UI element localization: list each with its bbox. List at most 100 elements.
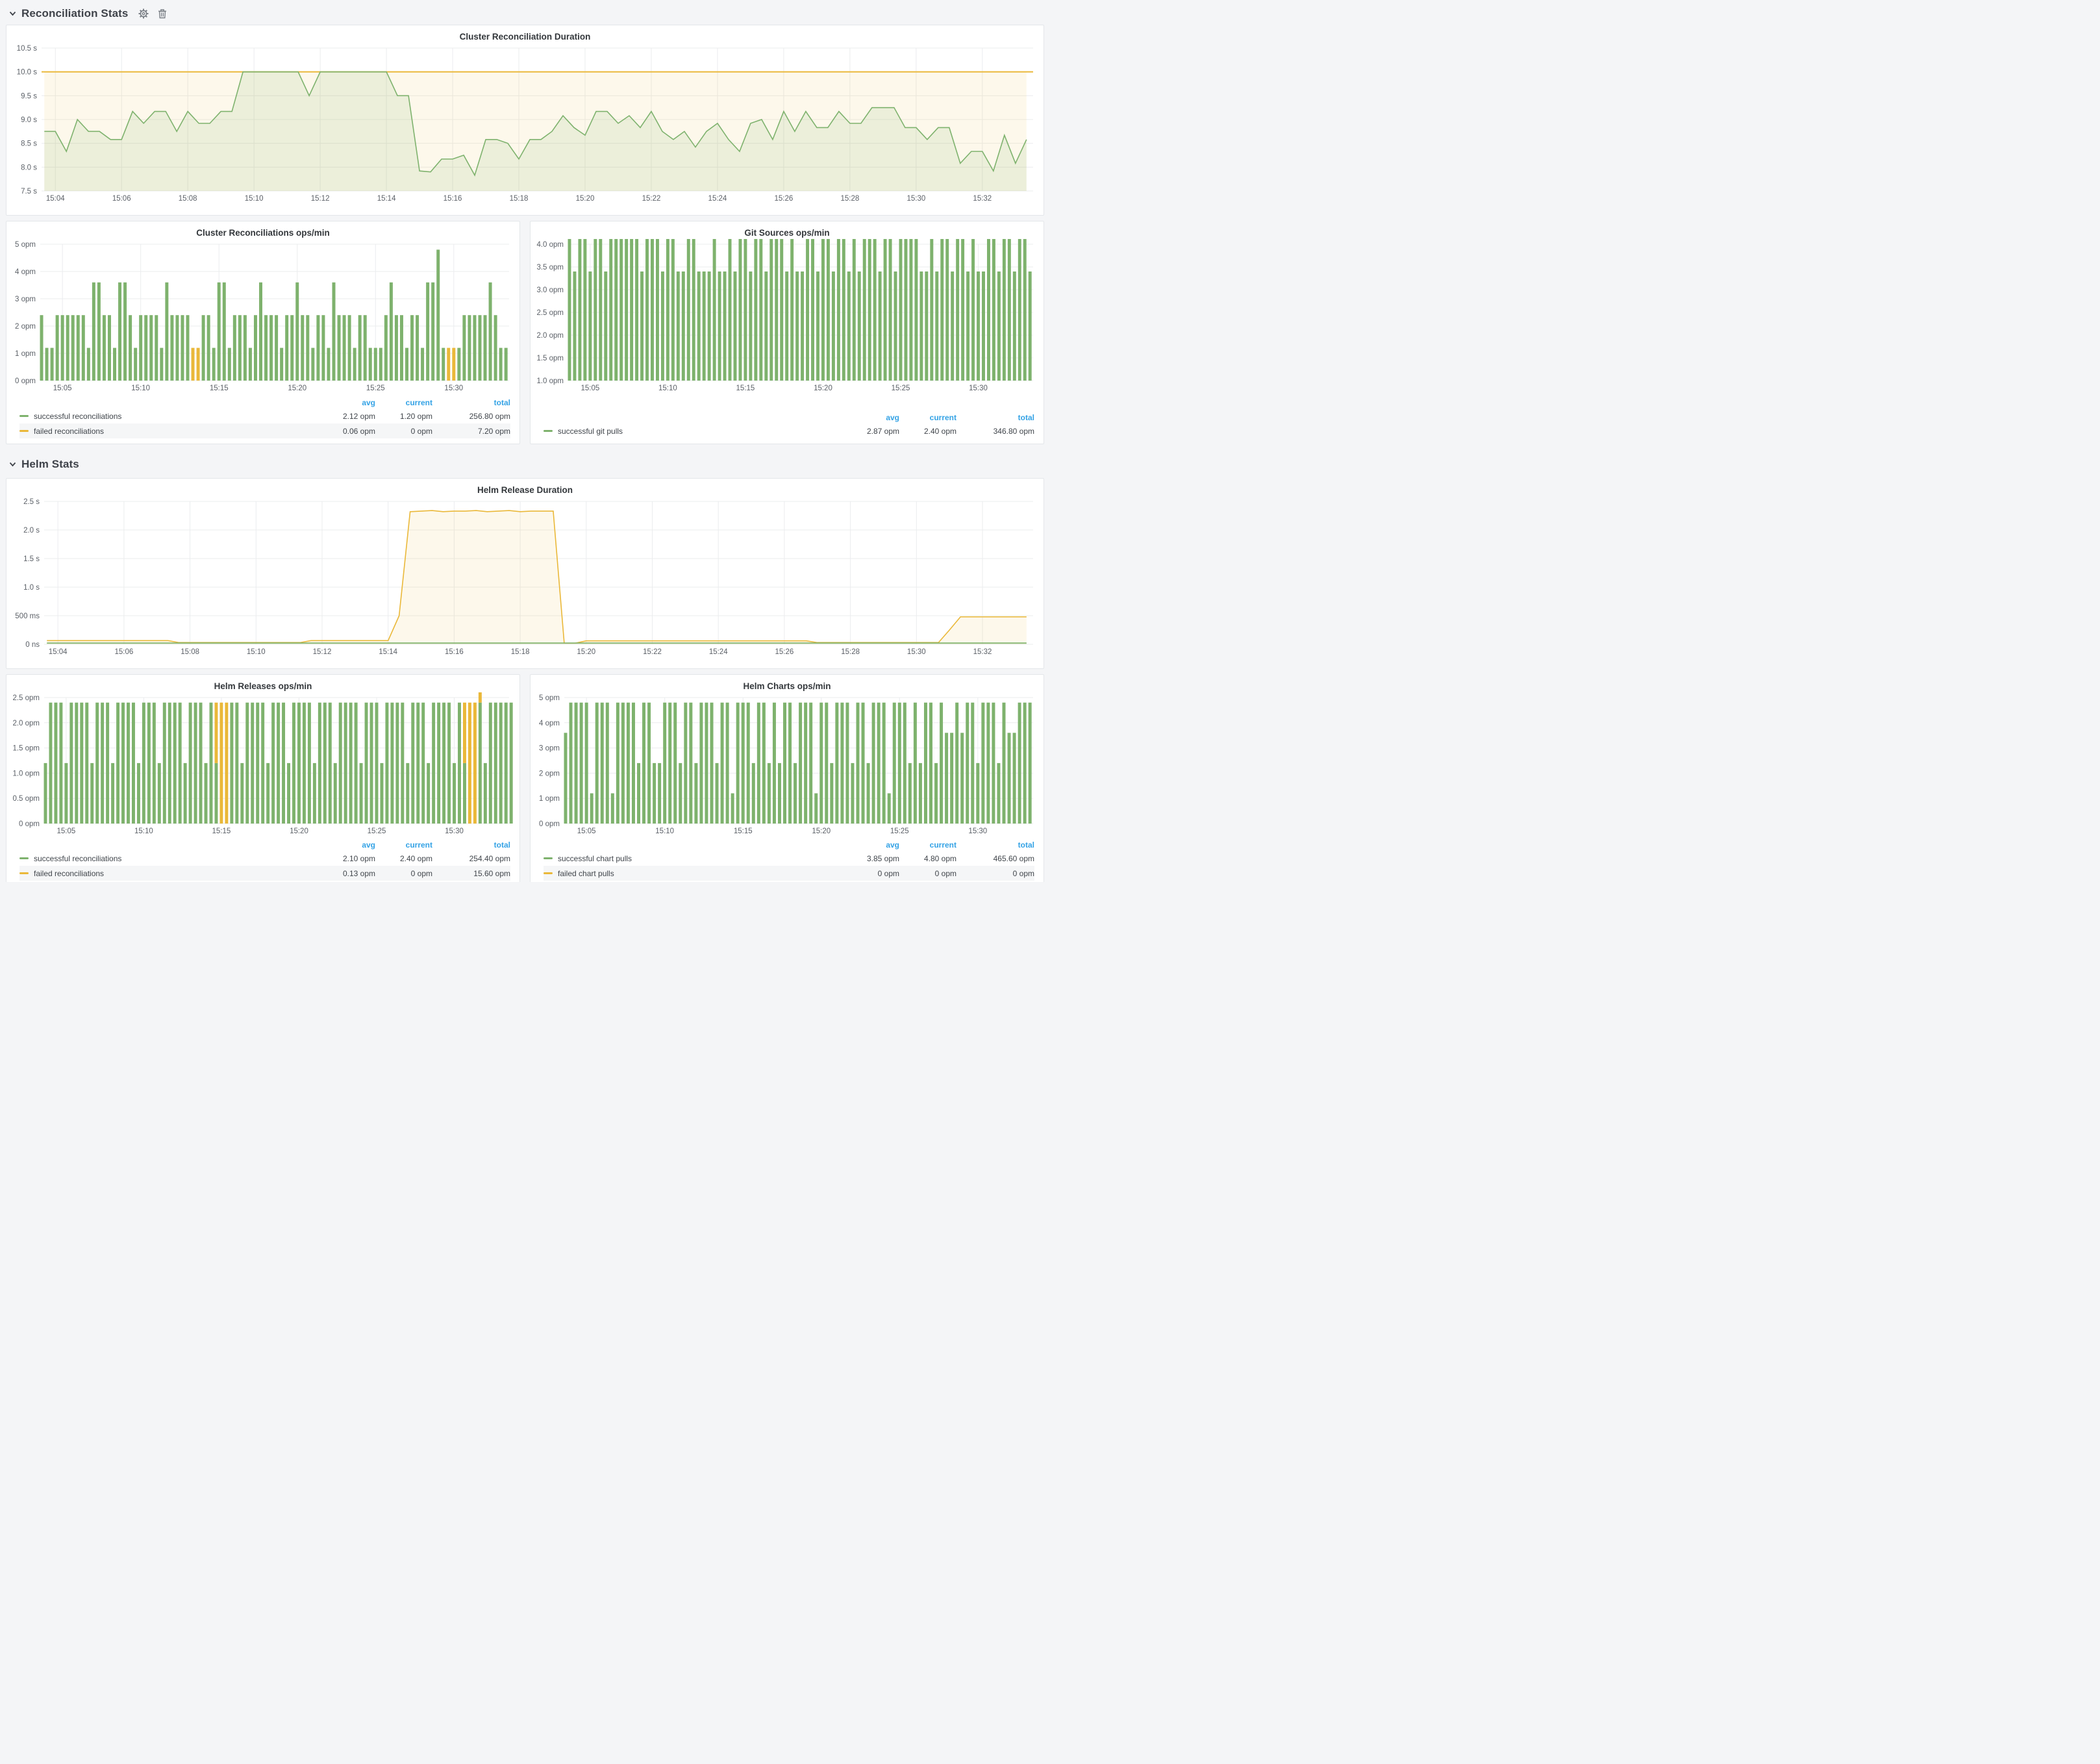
svg-text:5 opm: 5 opm <box>539 694 560 702</box>
legend-label[interactable]: successful reconciliations <box>34 854 121 863</box>
legend-label[interactable]: successful chart pulls <box>558 854 632 863</box>
panel-title[interactable]: Helm Release Duration <box>10 481 1040 496</box>
svg-text:15:30: 15:30 <box>444 384 463 392</box>
panel-title[interactable]: Cluster Reconciliation Duration <box>10 28 1040 43</box>
svg-text:1.0 s: 1.0 s <box>23 584 40 592</box>
settings-gear-icon[interactable] <box>138 8 149 19</box>
svg-text:15:28: 15:28 <box>840 195 859 203</box>
svg-text:15:20: 15:20 <box>290 827 308 835</box>
legend-total-value: 0 opm <box>956 869 1034 878</box>
legend-header-avg[interactable]: avg <box>305 398 375 407</box>
svg-text:15:32: 15:32 <box>973 648 992 656</box>
svg-text:15:05: 15:05 <box>53 384 72 392</box>
svg-text:9.0 s: 9.0 s <box>21 116 37 124</box>
section-header-helm-stats[interactable]: Helm Stats <box>6 455 1044 474</box>
legend-avg-value: 2.12 opm <box>305 412 375 421</box>
legend-header-current[interactable]: current <box>375 398 432 407</box>
legend-header-current[interactable]: current <box>899 840 956 850</box>
svg-text:15:16: 15:16 <box>445 648 464 656</box>
section-header-reconciliation-stats[interactable]: Reconciliation Stats <box>6 4 1044 23</box>
legend-row-successful-reconciliations[interactable]: successful reconciliations 2.10 opm 2.40… <box>19 851 510 866</box>
panel-title[interactable]: Helm Releases ops/min <box>10 677 516 692</box>
legend-header-avg[interactable]: avg <box>829 840 899 850</box>
svg-text:15:08: 15:08 <box>179 195 197 203</box>
panel-git-sources-opm: Git Sources ops/min 15:0515:1015:1515:20… <box>530 221 1044 444</box>
svg-text:3.5 opm: 3.5 opm <box>536 264 564 271</box>
series-color-dash <box>19 857 29 859</box>
svg-text:2.0 opm: 2.0 opm <box>536 332 564 340</box>
svg-text:15:30: 15:30 <box>445 827 464 835</box>
svg-text:15:12: 15:12 <box>311 195 330 203</box>
legend-total-value: 254.40 opm <box>432 854 510 863</box>
legend-header-total[interactable]: total <box>956 840 1034 850</box>
legend-label[interactable]: failed reconciliations <box>34 427 104 436</box>
chevron-down-icon <box>9 462 16 467</box>
legend-header-avg[interactable]: avg <box>305 840 375 850</box>
series-color-dash <box>544 872 553 874</box>
legend-current-value: 1.20 opm <box>375 412 432 421</box>
svg-text:4.0 opm: 4.0 opm <box>536 241 564 249</box>
legend-avg-value: 0 opm <box>829 869 899 878</box>
panel-helm-charts-opm: Helm Charts ops/min 15:0515:1015:1515:20… <box>530 674 1044 882</box>
panel-title[interactable]: Git Sources ops/min <box>534 224 1040 239</box>
svg-text:15:10: 15:10 <box>658 384 677 392</box>
helm-charts-opm-chart[interactable]: 15:0515:1015:1515:2015:2515:300 opm1 opm… <box>534 692 1040 837</box>
series-color-dash <box>19 872 29 874</box>
cluster-reconciliations-opm-chart[interactable]: 15:0515:1015:1515:2015:2515:300 opm1 opm… <box>10 239 516 394</box>
cluster-reconciliation-duration-chart[interactable]: 15:0415:0615:0815:1015:1215:1415:1615:18… <box>10 43 1040 204</box>
svg-text:15:10: 15:10 <box>655 827 674 835</box>
svg-text:2.5 opm: 2.5 opm <box>12 694 40 702</box>
svg-text:15:25: 15:25 <box>366 384 385 392</box>
legend-current-value: 2.40 opm <box>899 427 956 436</box>
legend-row-successful-chart-pulls[interactable]: successful chart pulls 3.85 opm 4.80 opm… <box>544 851 1034 866</box>
legend-header-total[interactable]: total <box>432 840 510 850</box>
svg-text:0 opm: 0 opm <box>539 820 560 828</box>
svg-text:500 ms: 500 ms <box>15 612 40 620</box>
dashboard: Reconciliation Stats <box>0 0 1050 882</box>
svg-text:3 opm: 3 opm <box>15 296 36 303</box>
legend-label[interactable]: successful reconciliations <box>34 412 121 421</box>
legend-label[interactable]: successful git pulls <box>558 427 623 436</box>
svg-text:3 opm: 3 opm <box>539 745 560 753</box>
svg-text:15:20: 15:20 <box>288 384 306 392</box>
git-sources-opm-chart[interactable]: 15:0515:1015:1515:2015:2515:301.0 opm1.5… <box>534 239 1040 394</box>
svg-text:1.5 opm: 1.5 opm <box>536 355 564 362</box>
svg-text:15:30: 15:30 <box>969 384 988 392</box>
legend-row-failed-reconciliations[interactable]: failed reconciliations 0.13 opm 0 opm 15… <box>19 866 510 881</box>
legend-total-value: 15.60 opm <box>432 869 510 878</box>
series-color-dash <box>544 857 553 859</box>
legend-avg-value: 0.06 opm <box>305 427 375 436</box>
svg-text:15:24: 15:24 <box>709 648 728 656</box>
svg-text:15:18: 15:18 <box>511 648 530 656</box>
panel-title[interactable]: Cluster Reconciliations ops/min <box>10 224 516 239</box>
helm-releases-opm-chart[interactable]: 15:0515:1015:1515:2015:2515:300 opm0.5 o… <box>10 692 516 837</box>
legend-current-value: 2.40 opm <box>375 854 432 863</box>
svg-text:15:15: 15:15 <box>736 384 755 392</box>
legend-row-successful-git-pulls[interactable]: successful git pulls 2.87 opm 2.40 opm 3… <box>544 423 1034 438</box>
trash-icon[interactable] <box>158 8 167 19</box>
legend-label[interactable]: failed reconciliations <box>34 869 104 878</box>
legend-current-value: 0 opm <box>375 427 432 436</box>
svg-text:15:08: 15:08 <box>181 648 199 656</box>
panel-title[interactable]: Helm Charts ops/min <box>534 677 1040 692</box>
legend-header-avg[interactable]: avg <box>829 413 899 422</box>
svg-text:15:10: 15:10 <box>131 384 150 392</box>
svg-text:15:28: 15:28 <box>841 648 860 656</box>
legend-header-total[interactable]: total <box>956 413 1034 422</box>
legend-header-current[interactable]: current <box>375 840 432 850</box>
svg-text:10.0 s: 10.0 s <box>17 69 38 77</box>
legend-row-successful-reconciliations[interactable]: successful reconciliations 2.12 opm 1.20… <box>19 409 510 423</box>
helm-release-duration-chart[interactable]: 15:0415:0615:0815:1015:1215:1415:1615:18… <box>10 496 1040 657</box>
legend-row-failed-chart-pulls[interactable]: failed chart pulls 0 opm 0 opm 0 opm <box>544 866 1034 881</box>
legend-label[interactable]: failed chart pulls <box>558 869 614 878</box>
legend-row-failed-reconciliations[interactable]: failed reconciliations 0.06 opm 0 opm 7.… <box>19 423 510 438</box>
legend-total-value: 256.80 opm <box>432 412 510 421</box>
svg-text:4 opm: 4 opm <box>15 268 36 276</box>
legend-header-total[interactable]: total <box>432 398 510 407</box>
legend-header-current[interactable]: current <box>899 413 956 422</box>
svg-text:15:06: 15:06 <box>112 195 131 203</box>
svg-text:1 opm: 1 opm <box>539 795 560 803</box>
svg-text:15:20: 15:20 <box>577 648 595 656</box>
svg-text:15:20: 15:20 <box>814 384 832 392</box>
legend-avg-value: 2.10 opm <box>305 854 375 863</box>
